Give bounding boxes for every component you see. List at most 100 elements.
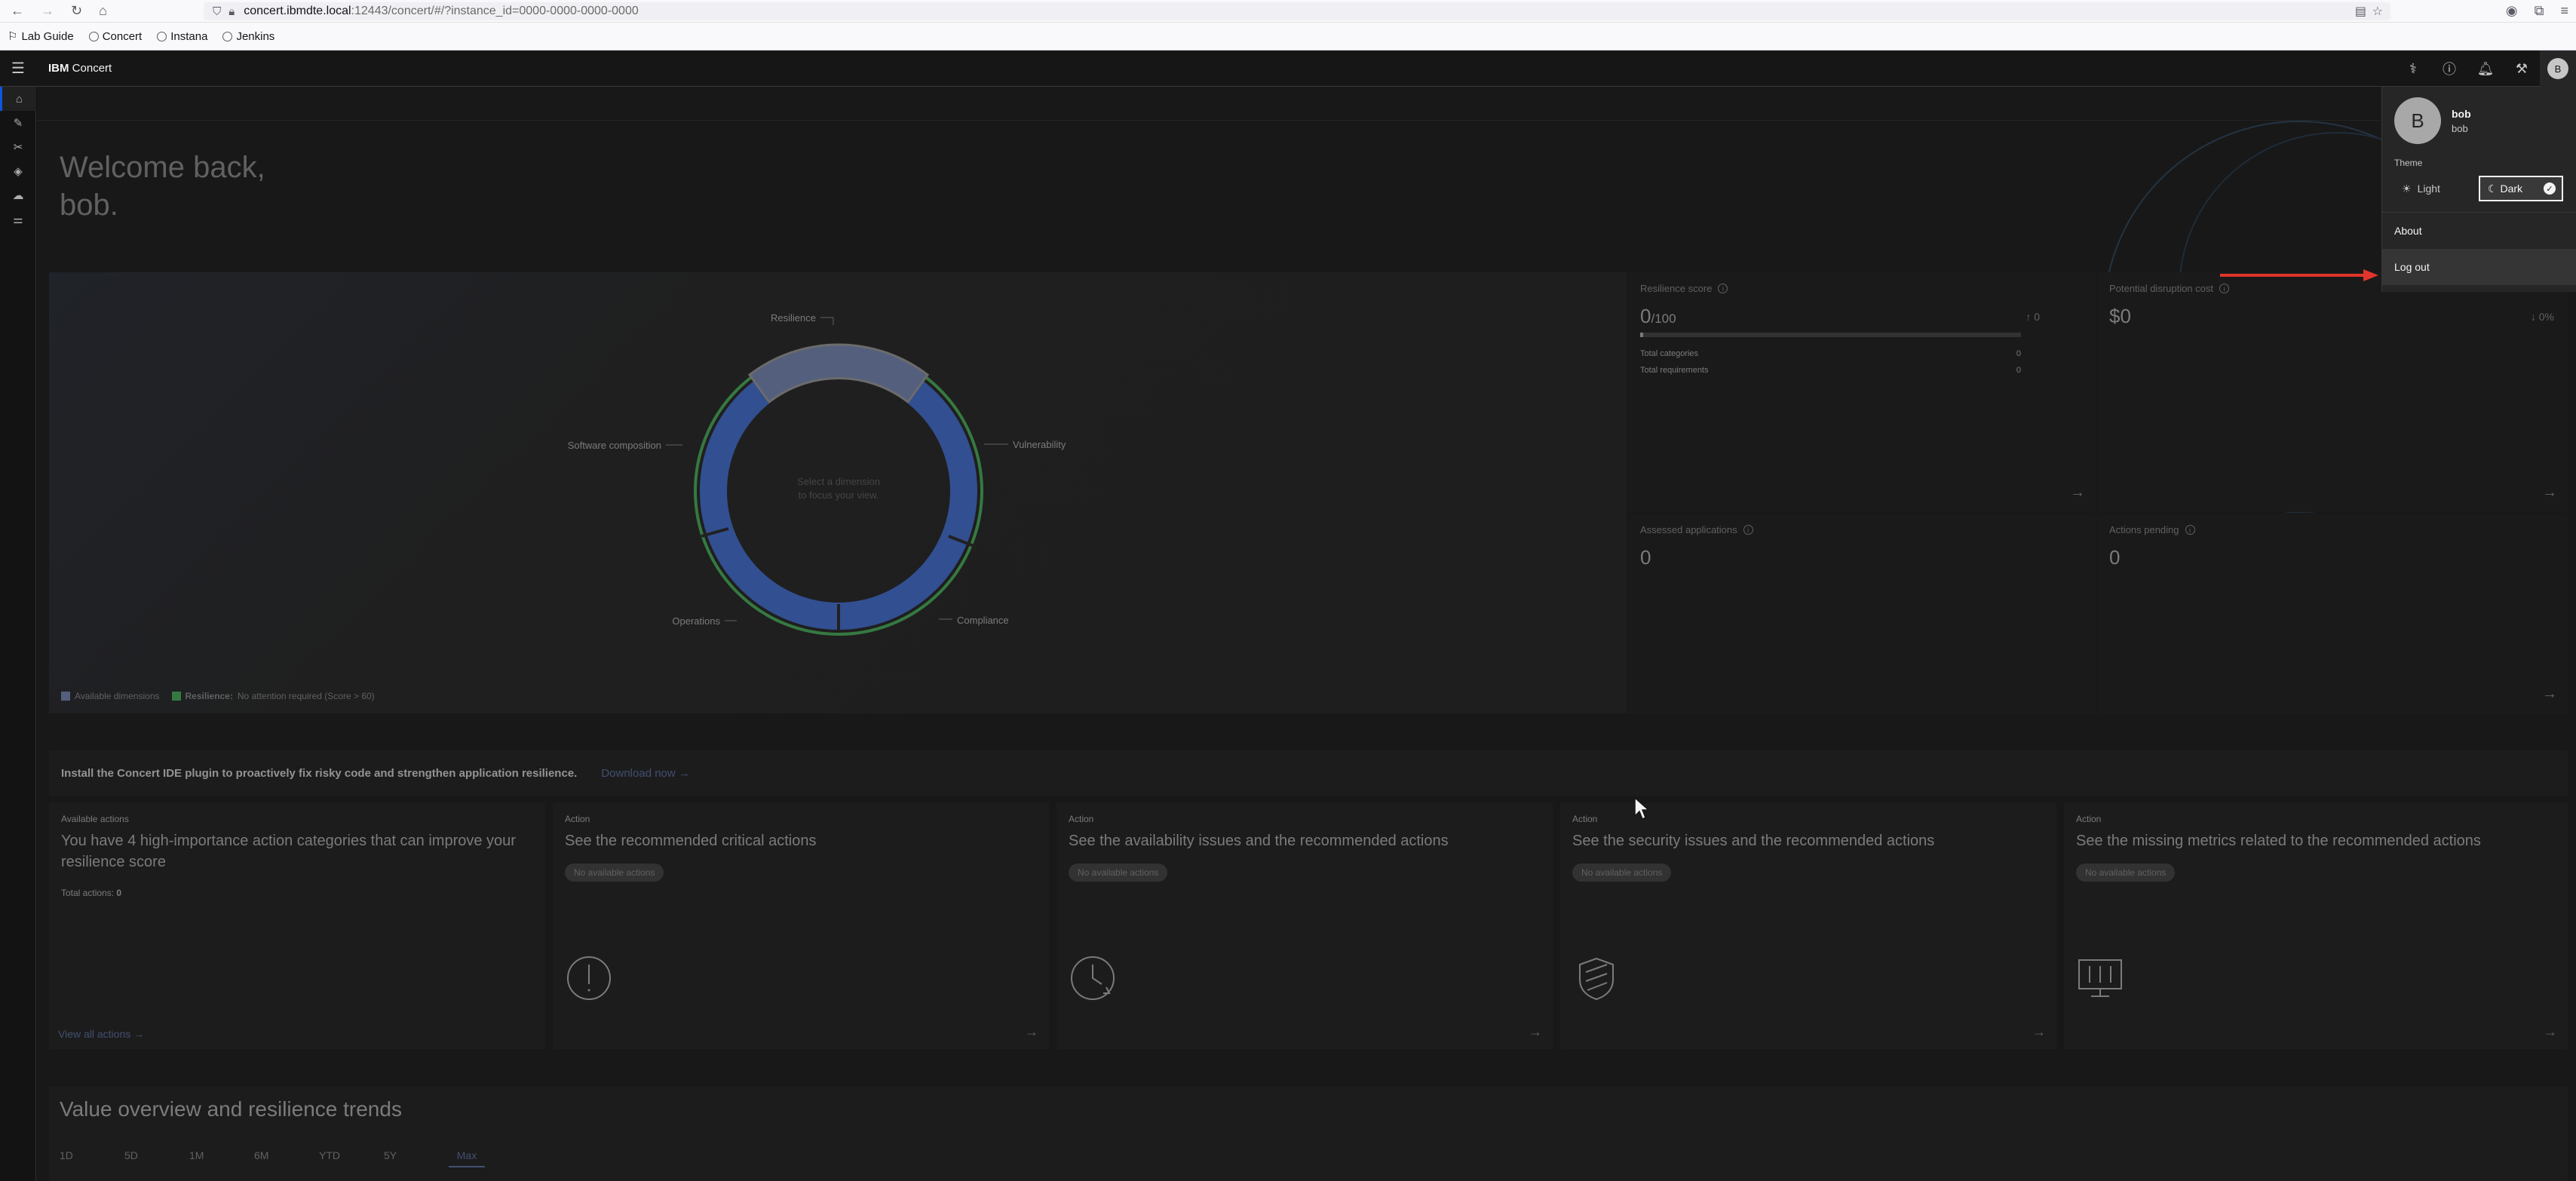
url-path: :12443/concert/#/?instance_id=0000-0000-…: [351, 5, 639, 17]
divider: [37, 120, 2576, 121]
globe-icon: [222, 31, 233, 41]
shield-icon[interactable]: ⛉: [213, 5, 221, 18]
annotation-arrow: [2220, 269, 2378, 281]
extensions-icon[interactable]: ⧉: [2535, 3, 2544, 19]
tab-6m[interactable]: 6M: [254, 1145, 319, 1167]
arrow-right-icon[interactable]: →: [2032, 1024, 2046, 1040]
profile-menu-panel: B bob bob Theme ☀ Light ☾ Dark ✓ About Log…: [2381, 87, 2576, 292]
bookmarks-bar: ⚐ Lab Guide Concert Instana Jenkins: [0, 23, 2576, 51]
actions-pending-value: 0: [2109, 546, 2121, 569]
profile-username: bob: [2452, 122, 2468, 134]
bookmark-jenkins[interactable]: Jenkins: [222, 30, 274, 43]
nav-wrench-icon[interactable]: ✎: [0, 111, 36, 135]
theme-dark-option[interactable]: ☾ Dark ✓: [2479, 176, 2563, 201]
bookmark-lab-guide[interactable]: ⚐ Lab Guide: [8, 29, 74, 44]
help-icon[interactable]: ⓘ: [2431, 51, 2467, 87]
score-progress-bar: [1640, 333, 2021, 337]
arrow-right-icon[interactable]: →: [2070, 484, 2085, 502]
theme-light-option[interactable]: ☀ Light: [2394, 176, 2479, 201]
home-icon[interactable]: ⌂: [99, 3, 107, 19]
nav-home-icon[interactable]: ⌂: [0, 87, 36, 111]
view-all-actions-link[interactable]: View all actions →: [58, 1028, 144, 1040]
label-operations: Operations: [672, 615, 720, 627]
assessed-applications-tile[interactable]: Assessed applications i 0: [1628, 514, 2096, 713]
arrow-right-icon[interactable]: →: [1529, 1024, 1542, 1040]
hamburger-menu-icon[interactable]: ☰: [0, 51, 36, 87]
reader-view-icon[interactable]: ▤: [2355, 4, 2366, 19]
theme-switcher: ☀ Light ☾ Dark ✓: [2394, 176, 2564, 201]
bookmark-instana[interactable]: Instana: [157, 30, 207, 43]
warning-circle-icon: [567, 956, 611, 1000]
tab-5y[interactable]: 5Y: [384, 1145, 449, 1167]
tab-ytd[interactable]: YTD: [319, 1145, 384, 1167]
time-range-tabs: 1D 5D 1M 6M YTD 5Y Max: [60, 1145, 485, 1167]
resilience-dimensions-panel: Select a dimension to focus your view. R…: [49, 272, 1627, 713]
tab-1d[interactable]: 1D: [60, 1145, 124, 1167]
info-icon[interactable]: i: [2219, 284, 2230, 293]
trend-indicator: ↓ 0%: [2530, 311, 2554, 323]
nav-tools-icon[interactable]: ✂: [0, 135, 36, 159]
side-nav-rail: ⌂ ✎ ✂ ◈ ☁ ⚌: [0, 87, 36, 1181]
user-avatar-button[interactable]: B: [2540, 51, 2576, 87]
arrow-right-icon[interactable]: →: [2544, 1024, 2557, 1040]
center-hint-1: Select a dimension: [797, 476, 880, 487]
arrow-right-icon[interactable]: →: [1025, 1024, 1038, 1040]
trend-indicator: ↑ 0: [2026, 311, 2040, 323]
menu-icon[interactable]: ≡: [2560, 3, 2568, 19]
browser-toolbar: ← → ↻ ⌂ ⛉ 🔒︎ concert.ibmdte.local:12443/…: [0, 0, 2576, 23]
legend-available: Available dimensions: [61, 691, 160, 701]
sun-icon: ☀: [2402, 182, 2412, 195]
center-hint-2: to focus your view.: [799, 489, 879, 501]
tab-5d[interactable]: 5D: [124, 1145, 189, 1167]
address-bar[interactable]: ⛉ 🔒︎ concert.ibmdte.local:12443/concert/…: [204, 2, 2390, 20]
arrow-right-icon[interactable]: →: [2542, 484, 2557, 502]
lock-icon[interactable]: 🔒︎: [228, 5, 235, 18]
nav-cloud-icon[interactable]: ☁: [0, 183, 36, 207]
info-icon[interactable]: i: [2185, 525, 2195, 535]
disruption-cost-tile[interactable]: Potential disruption cost i $0 ↓ 0% →: [2097, 272, 2568, 512]
resilience-score-tile[interactable]: Resilience score i 0/100 ↑ 0 Total catego…: [1628, 272, 2096, 512]
notification-icon[interactable]: 🔔︎: [2467, 51, 2504, 87]
logout-menu-item[interactable]: Log out: [2382, 249, 2576, 285]
app-title[interactable]: IBM Concert: [48, 62, 112, 75]
ai-assistant-icon[interactable]: ⚕: [2395, 51, 2431, 87]
url-host: concert.ibmdte.local: [244, 5, 351, 17]
welcome-heading: Welcome back, bob.: [60, 151, 265, 222]
settings-tools-icon[interactable]: ⚒: [2504, 51, 2540, 87]
arrow-right-icon[interactable]: →: [2542, 686, 2557, 703]
info-icon[interactable]: i: [1718, 284, 1728, 293]
reload-icon[interactable]: ↻: [71, 3, 82, 19]
bookmark-concert[interactable]: Concert: [88, 30, 142, 43]
status-badge: No available actions: [1572, 864, 1672, 882]
actions-pending-tile[interactable]: Actions pending i 0 →: [2097, 514, 2568, 713]
nav-layers-icon[interactable]: ◈: [0, 159, 36, 183]
bookmark-star-icon[interactable]: ☆: [2372, 4, 2383, 19]
dashboard-main: Welcome back, bob. Select a dimension to…: [37, 87, 2576, 1181]
nav-sliders-icon[interactable]: ⚌: [0, 207, 36, 232]
monitor-metrics-icon: [2078, 959, 2122, 997]
forward-icon[interactable]: →: [41, 3, 54, 19]
globe-icon: [88, 31, 99, 41]
theme-label: Theme: [2394, 158, 2423, 168]
about-menu-item[interactable]: About: [2382, 213, 2576, 249]
back-icon[interactable]: ←: [11, 3, 24, 19]
legend-swatch: [61, 692, 70, 701]
missing-metrics-card[interactable]: Action See the missing metrics related t…: [2064, 803, 2568, 1049]
critical-actions-card[interactable]: Action See the recommended critical acti…: [553, 803, 1049, 1049]
avatar: B: [2547, 58, 2568, 79]
download-now-link[interactable]: Download now →: [601, 767, 690, 780]
label-compliance: Compliance: [957, 615, 1009, 626]
label-resilience: Resilience: [771, 312, 816, 324]
security-actions-card[interactable]: Action See the security issues and the r…: [1560, 803, 2056, 1049]
available-actions-card: Available actions You have 4 high-import…: [49, 803, 545, 1049]
dimension-ring-chart[interactable]: Select a dimension to focus your view. R…: [49, 272, 1627, 713]
assessed-value: 0: [1640, 546, 1651, 569]
availability-actions-card[interactable]: Action See the availability issues and t…: [1056, 803, 1553, 1049]
tab-1m[interactable]: 1M: [189, 1145, 254, 1167]
tab-max[interactable]: Max: [449, 1145, 485, 1167]
status-badge: No available actions: [2076, 864, 2176, 882]
account-icon[interactable]: ◉: [2506, 3, 2518, 19]
globe-icon: [157, 31, 167, 41]
disruption-cost-value: $0: [2109, 305, 2131, 327]
info-icon[interactable]: i: [1743, 525, 1753, 535]
